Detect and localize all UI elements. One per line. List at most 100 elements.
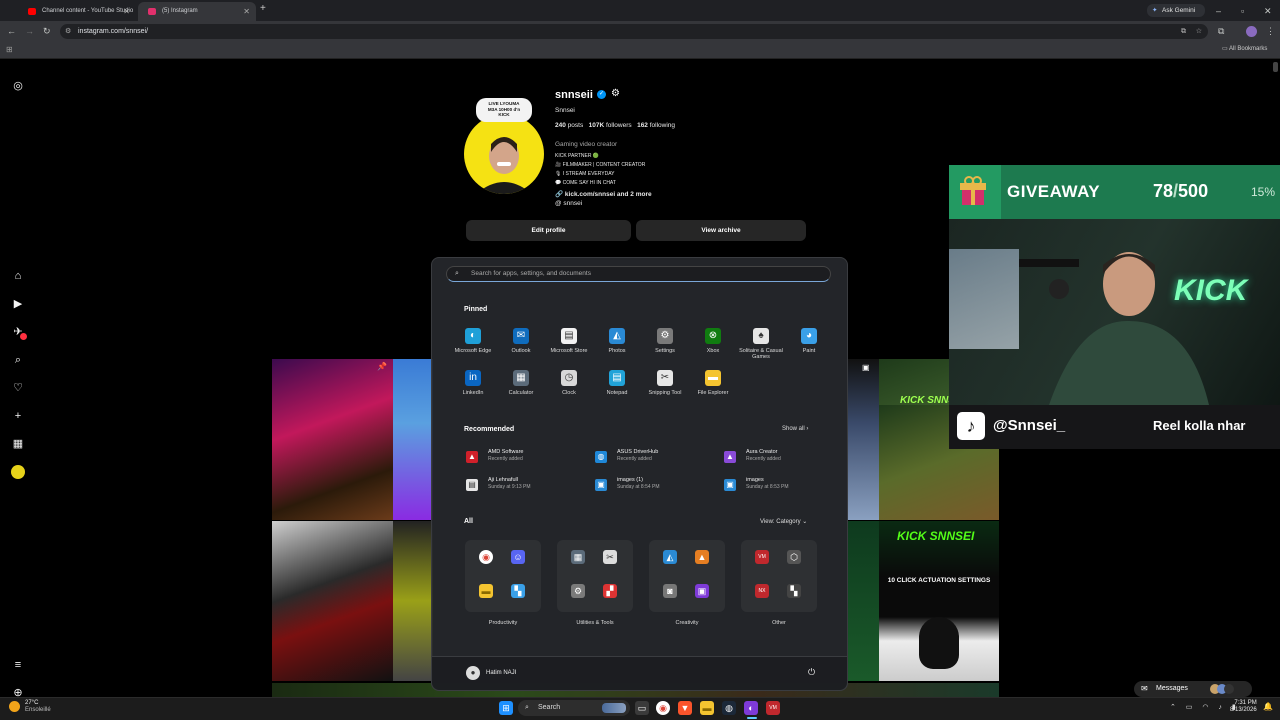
maximize-icon[interactable]: ▫ bbox=[1241, 1, 1244, 21]
sun-icon[interactable] bbox=[9, 701, 20, 712]
more-menu-icon[interactable]: ≡ bbox=[8, 655, 28, 675]
task-view-icon[interactable]: ▭ bbox=[635, 701, 649, 715]
search-icon[interactable]: ⌕ bbox=[8, 350, 28, 370]
forward-icon[interactable]: → bbox=[25, 21, 34, 41]
options-gear-icon[interactable]: ⚙ bbox=[611, 88, 620, 99]
view-archive-button[interactable]: View archive bbox=[636, 220, 806, 241]
tab-youtube-studio[interactable]: Channel content - YouTube Studio ✕ bbox=[18, 2, 136, 21]
post-tile[interactable] bbox=[393, 521, 433, 681]
site-info-icon[interactable]: ⚙ bbox=[65, 24, 71, 39]
pinned-app[interactable]: ⊗ Xbox bbox=[689, 328, 737, 354]
file-explorer-icon[interactable]: ▬ bbox=[700, 701, 714, 715]
recommended-item[interactable]: ▲ Aura Creator Recently added bbox=[724, 449, 844, 471]
pinned-app[interactable]: ✂ Snipping Tool bbox=[641, 370, 689, 396]
folder-other[interactable]: VM ⬡ NX ▚ bbox=[741, 540, 817, 612]
back-icon[interactable]: ← bbox=[7, 21, 16, 41]
minimize-icon[interactable]: – bbox=[1216, 1, 1221, 21]
messages-pill[interactable]: ✉ Messages bbox=[1134, 681, 1252, 697]
pinned-app[interactable]: ⚙ Settings bbox=[641, 328, 689, 354]
recommended-subtitle: Sunday at 8:54 PM bbox=[617, 484, 660, 490]
extensions-icon[interactable]: ⧉ bbox=[1218, 21, 1224, 41]
followers-count[interactable]: 107K bbox=[589, 122, 605, 129]
post-tile-build[interactable] bbox=[272, 521, 393, 681]
post-tile-setup[interactable]: 📌 bbox=[272, 359, 393, 520]
pinned-app[interactable]: ▬ File Explorer bbox=[689, 370, 737, 396]
chrome-taskbar-icon[interactable]: ◉ bbox=[656, 701, 670, 715]
tiktok-caption: Reel kolla nhar bbox=[1153, 418, 1246, 433]
bio-line: 🎙 I STREAM EVERYDAY bbox=[555, 171, 615, 177]
bio-link[interactable]: 🔗 kick.com/snnsei and 2 more bbox=[555, 190, 652, 198]
brave-icon[interactable]: ▼ bbox=[678, 701, 692, 715]
recommended-name: ASUS DriverHub bbox=[617, 449, 659, 455]
apps-grid-icon[interactable]: ⊞ bbox=[6, 45, 13, 54]
new-tab-button[interactable]: + bbox=[260, 3, 266, 14]
folder-productivity[interactable]: ◉ ☺ ▬ ▚ bbox=[465, 540, 541, 612]
pinned-app[interactable]: in LinkedIn bbox=[449, 370, 497, 396]
pinned-app[interactable]: ◭ Photos bbox=[593, 328, 641, 354]
recommended-item[interactable]: ▣ images (1) Sunday at 8:54 PM bbox=[595, 477, 715, 499]
menu-icon[interactable]: ⋮ bbox=[1266, 21, 1275, 41]
profile-avatar[interactable] bbox=[1246, 26, 1257, 37]
recommended-item[interactable]: ▤ Aji Lehnafull Sunday at 9:13 PM bbox=[466, 477, 586, 499]
voicemeeter-taskbar-icon[interactable]: VM bbox=[766, 701, 780, 715]
pinned-app[interactable]: ◐ Microsoft Edge bbox=[449, 328, 497, 354]
tab-instagram[interactable]: (5) Instagram ✕ bbox=[138, 2, 256, 21]
folder-utilities[interactable]: ▦ ✂ ⚙ ▞ bbox=[557, 540, 633, 612]
pinned-app[interactable]: ▦ Calculator bbox=[497, 370, 545, 396]
view-category-dropdown[interactable]: View: Category ⌄ bbox=[760, 518, 807, 525]
pinned-app[interactable]: ◕ Paint bbox=[785, 328, 833, 354]
close-tab-icon[interactable]: ✕ bbox=[123, 2, 130, 21]
windows-start-icon[interactable]: ⊞ bbox=[499, 701, 513, 715]
user-avatar-icon[interactable]: ● bbox=[466, 666, 480, 680]
obs-icon[interactable]: ◐ bbox=[744, 701, 758, 715]
recommended-item[interactable]: ◍ ASUS DriverHub Recently added bbox=[595, 449, 715, 471]
post-tile-mouse[interactable]: KICK SNNSEI 10 CLICK ACTUATION SETTINGS bbox=[879, 521, 999, 681]
url-text: instagram.com/snnsei/ bbox=[78, 28, 149, 35]
post-tile[interactable] bbox=[848, 521, 879, 681]
pinned-app[interactable]: ▤ Microsoft Store bbox=[545, 328, 593, 354]
pinned-app[interactable]: ✉ Outlook bbox=[497, 328, 545, 354]
taskbar-search[interactable]: ⌕ Search bbox=[518, 700, 630, 716]
followers-label[interactable]: followers bbox=[606, 122, 632, 129]
profile-picture[interactable] bbox=[464, 114, 544, 194]
pinned-app[interactable]: ♠ Solitaire & Casual Games bbox=[737, 328, 785, 360]
threads-link[interactable]: @ snnsei bbox=[555, 200, 582, 207]
clock[interactable]: 7:31 PM 8/13/2026 bbox=[1230, 700, 1257, 714]
post-tile[interactable]: ▣ bbox=[848, 359, 879, 520]
start-search-input[interactable]: ⌕ Search for apps, settings, and documen… bbox=[446, 266, 831, 282]
post-tile[interactable] bbox=[393, 359, 433, 520]
install-icon[interactable]: ⧉ bbox=[1181, 24, 1186, 39]
following-count[interactable]: 162 bbox=[637, 122, 648, 129]
profile-avatar-small[interactable] bbox=[11, 465, 25, 479]
steam-icon[interactable]: ◍ bbox=[722, 701, 736, 715]
giveaway-bar: GIVEAWAY 78/500 15% bbox=[949, 165, 1280, 219]
create-icon[interactable]: + bbox=[8, 406, 28, 426]
reload-icon[interactable]: ↻ bbox=[43, 21, 51, 41]
all-bookmarks[interactable]: ▭ All Bookmarks bbox=[1222, 45, 1267, 52]
pinned-app[interactable]: ▤ Notepad bbox=[593, 370, 641, 396]
notifications-bell-icon[interactable]: 🔔 bbox=[1263, 702, 1273, 711]
ask-gemini-button[interactable]: ✦ Ask Gemini bbox=[1147, 4, 1205, 17]
following-label[interactable]: following bbox=[650, 122, 675, 129]
folder-creativity[interactable]: ◭ ▲ ◙ ▣ bbox=[649, 540, 725, 612]
user-name[interactable]: Hatim NAJI bbox=[486, 670, 516, 676]
close-window-icon[interactable]: ✕ bbox=[1264, 1, 1272, 21]
address-bar[interactable]: ⚙ instagram.com/snnsei/ ⧉ ☆ bbox=[60, 24, 1208, 39]
dashboard-icon[interactable]: ▦ bbox=[8, 434, 28, 454]
show-all-button[interactable]: Show all › bbox=[782, 426, 808, 432]
weather-widget[interactable]: 27°C Ensoleillé bbox=[25, 700, 51, 714]
pinned-app[interactable]: ◷ Clock bbox=[545, 370, 593, 396]
home-icon[interactable]: ⌂ bbox=[8, 266, 28, 286]
recommended-item[interactable]: ▣ images Sunday at 8:53 PM bbox=[724, 477, 844, 499]
scrollbar-thumb[interactable] bbox=[1273, 62, 1278, 72]
bookmark-star-icon[interactable]: ☆ bbox=[1196, 24, 1202, 39]
power-icon[interactable]: ⏻ bbox=[808, 667, 815, 678]
edit-profile-button[interactable]: Edit profile bbox=[466, 220, 631, 241]
clock-date: 8/13/2026 bbox=[1230, 707, 1257, 713]
reels-icon[interactable]: ▶ bbox=[8, 294, 28, 314]
file-icon: ▤ bbox=[466, 479, 478, 491]
instagram-logo-icon[interactable]: ◎ bbox=[8, 76, 28, 96]
heart-icon[interactable]: ♡ bbox=[8, 378, 28, 398]
recommended-item[interactable]: ▲ AMD Software Recently added bbox=[466, 449, 586, 471]
close-tab-icon[interactable]: ✕ bbox=[243, 2, 250, 21]
